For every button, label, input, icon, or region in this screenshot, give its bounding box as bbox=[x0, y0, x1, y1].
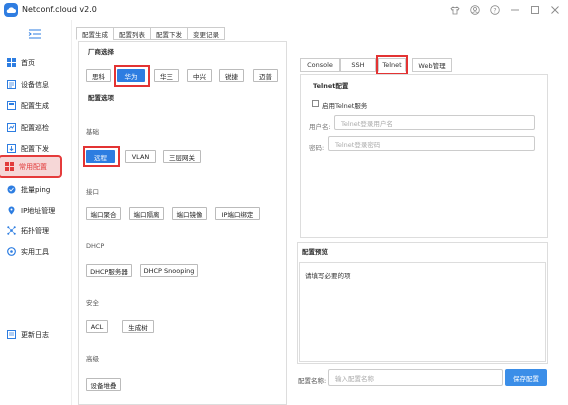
device-info-icon bbox=[6, 80, 16, 90]
config-name-input[interactable]: 输入配置名称 bbox=[328, 369, 503, 386]
sidebar-item-label: 常用配置 bbox=[19, 162, 47, 171]
dhcp-snooping-button[interactable]: DHCP Snooping bbox=[140, 264, 198, 277]
sidebar-item-common-config[interactable]: 常用配置 bbox=[0, 155, 62, 178]
vendor-h3c-button[interactable]: 华三 bbox=[154, 69, 179, 82]
sidebar-item-label: 配置巡检 bbox=[21, 123, 49, 132]
vendor-ruijie-button[interactable]: 锐捷 bbox=[219, 69, 244, 82]
preview-title: 配置预览 bbox=[302, 248, 328, 256]
vendor-zte-button[interactable]: 中兴 bbox=[187, 69, 212, 82]
sidebar-item-deploy[interactable]: 配置下发 bbox=[2, 139, 62, 158]
sidebar-item-label: 批量ping bbox=[21, 185, 51, 194]
sidebar-item-ip-manage[interactable]: IP地址管理 bbox=[2, 201, 62, 220]
sidebar-item-label: 拓扑管理 bbox=[21, 226, 49, 235]
save-config-button[interactable]: 保存配置 bbox=[505, 369, 547, 386]
password-label: 密码: bbox=[309, 144, 325, 152]
sidebar-item-changelog[interactable]: 更新日志 bbox=[2, 325, 62, 344]
close-icon[interactable] bbox=[548, 3, 562, 17]
sidebar-item-tools[interactable]: 实用工具 bbox=[2, 242, 62, 261]
user-icon[interactable] bbox=[468, 3, 482, 17]
l3-gateway-button[interactable]: 三层网关 bbox=[163, 150, 201, 163]
dhcp-server-button[interactable]: DHCP服务器 bbox=[86, 264, 132, 277]
tab-config-gen[interactable]: 配置生成 bbox=[76, 27, 113, 40]
username-input[interactable]: Telnet登录用户名 bbox=[334, 115, 535, 130]
remote-highlight-box bbox=[83, 146, 120, 167]
top-tabs: 配置生成 配置列表 配置下发 变更记录 bbox=[76, 27, 225, 40]
app-title: Netconf.cloud v2.0 bbox=[22, 5, 97, 14]
sidebar-item-config-gen[interactable]: 配置生成 bbox=[2, 96, 62, 115]
sidebar-item-device-info[interactable]: 设备信息 bbox=[2, 75, 62, 94]
tab-web-manage[interactable]: Web管理 bbox=[412, 58, 452, 72]
username-label: 用户名: bbox=[309, 123, 331, 131]
vlan-button[interactable]: VLAN bbox=[125, 150, 156, 163]
sidebar-item-topology[interactable]: 拓扑管理 bbox=[2, 221, 62, 240]
help-icon[interactable]: ? bbox=[488, 3, 502, 17]
vendor-highlight-box bbox=[114, 65, 150, 87]
common-config-icon bbox=[4, 162, 14, 172]
enable-telnet-label: 启用Telnet服务 bbox=[322, 102, 368, 110]
minimize-icon[interactable] bbox=[508, 3, 522, 17]
sidebar-toggle-icon[interactable] bbox=[28, 29, 42, 39]
svg-text:?: ? bbox=[493, 7, 496, 14]
grid-icon bbox=[6, 58, 16, 68]
telnet-tab-highlight-box bbox=[376, 55, 408, 75]
spanning-tree-button[interactable]: 生成树 bbox=[122, 320, 154, 333]
group-label-dhcp: DHCP bbox=[86, 242, 105, 250]
config-options-title: 配置选项 bbox=[88, 94, 114, 102]
password-input[interactable]: Telnet登录密码 bbox=[328, 136, 535, 151]
sidebar: 首页 设备信息 配置生成 配置巡检 配置下发 常用配置 批量ping IP地址管… bbox=[0, 20, 72, 405]
topology-icon bbox=[6, 226, 16, 236]
deploy-icon bbox=[6, 144, 16, 154]
config-name-label: 配置名称: bbox=[298, 377, 327, 385]
ip-port-binding-button[interactable]: IP端口绑定 bbox=[215, 207, 260, 220]
port-mirror-button[interactable]: 端口镜像 bbox=[172, 207, 207, 220]
ip-icon bbox=[6, 206, 16, 216]
sidebar-item-label: 配置生成 bbox=[21, 101, 49, 110]
sidebar-item-label: 更新日志 bbox=[21, 330, 49, 339]
sidebar-item-label: 配置下发 bbox=[21, 144, 49, 153]
sidebar-item-label: 设备信息 bbox=[21, 80, 49, 89]
sidebar-item-home[interactable]: 首页 bbox=[2, 53, 62, 72]
tab-change-log[interactable]: 变更记录 bbox=[187, 27, 225, 40]
tools-icon bbox=[6, 247, 16, 257]
telnet-config-title: Telnet配置 bbox=[313, 82, 349, 90]
sidebar-item-inspect[interactable]: 配置巡检 bbox=[2, 118, 62, 137]
group-label-security: 安全 bbox=[86, 299, 99, 307]
enable-telnet-checkbox[interactable] bbox=[312, 100, 319, 107]
inspect-icon bbox=[6, 123, 16, 133]
tab-console[interactable]: Console bbox=[300, 58, 340, 72]
port-aggregation-button[interactable]: 端口聚合 bbox=[86, 207, 121, 220]
sidebar-item-label: 实用工具 bbox=[21, 247, 49, 256]
device-stacking-button[interactable]: 设备堆叠 bbox=[86, 378, 121, 391]
sidebar-item-batch-ping[interactable]: 批量ping bbox=[2, 180, 62, 199]
shirt-icon[interactable] bbox=[448, 3, 462, 17]
tab-ssh[interactable]: SSH bbox=[340, 58, 376, 72]
preview-textarea[interactable]: 请填写必要的项 bbox=[299, 262, 546, 362]
app-logo-icon bbox=[4, 3, 18, 17]
changelog-icon bbox=[6, 330, 16, 340]
sidebar-item-label: IP地址管理 bbox=[21, 206, 56, 215]
group-label-advanced: 高级 bbox=[86, 355, 99, 363]
telnet-config-panel bbox=[300, 74, 548, 238]
acl-button[interactable]: ACL bbox=[86, 320, 108, 333]
vendor-section-title: 厂商选择 bbox=[88, 48, 114, 56]
group-label-basic: 基础 bbox=[86, 128, 99, 136]
port-isolation-button[interactable]: 端口隔离 bbox=[129, 207, 164, 220]
sidebar-item-label: 首页 bbox=[21, 58, 35, 67]
title-bar: Netconf.cloud v2.0 ? bbox=[0, 0, 568, 20]
vendor-cisco-button[interactable]: 思科 bbox=[86, 69, 111, 82]
vendor-maipu-button[interactable]: 迈普 bbox=[253, 69, 278, 82]
config-gen-icon bbox=[6, 101, 16, 111]
ping-icon bbox=[6, 185, 16, 195]
maximize-icon[interactable] bbox=[528, 3, 542, 17]
group-label-interface: 接口 bbox=[86, 188, 99, 196]
tab-config-deploy[interactable]: 配置下发 bbox=[150, 27, 187, 40]
tab-config-list[interactable]: 配置列表 bbox=[113, 27, 150, 40]
